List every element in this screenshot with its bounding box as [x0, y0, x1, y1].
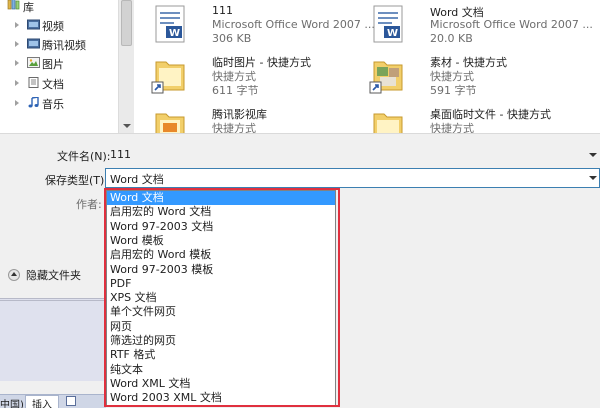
file-type: Microsoft Office Word 2007 ... — [430, 18, 593, 31]
savetype-option[interactable]: 单个文件网页 — [107, 305, 335, 319]
folder-shortcut-icon — [369, 61, 403, 94]
nav-item-tencent-video[interactable]: 腾讯视频 — [0, 34, 118, 54]
tab-insert-label: 插入 — [32, 400, 52, 408]
savetype-select[interactable]: Word 文档 — [105, 168, 600, 188]
documents-folder-icon — [28, 77, 39, 88]
expand-arrow-icon[interactable] — [15, 22, 19, 28]
chevron-down-icon[interactable] — [589, 153, 597, 157]
nav-item-label: 腾讯视频 — [42, 39, 86, 52]
file-name: 111 — [212, 4, 233, 17]
navigation-pane: 库 视频 腾讯视频 图片 文档 音乐 — [0, 0, 118, 133]
filename-value: 111 — [110, 148, 131, 161]
savetype-option[interactable]: Word 97-2003 模板 — [107, 263, 335, 277]
file-size: 20.0 KB — [430, 32, 473, 45]
savetype-option[interactable]: Word 2003 XML 文档 — [107, 391, 335, 405]
savetype-option[interactable]: Word 模板 — [107, 234, 335, 248]
file-item[interactable]: W Word 文档 Microsoft Office Word 2007 ...… — [368, 4, 598, 48]
file-size: 306 KB — [212, 32, 252, 45]
word-doc-icon: W — [373, 5, 403, 43]
document-background-pane — [0, 298, 106, 381]
nav-item-documents[interactable]: 文档 — [0, 73, 118, 93]
nav-item-label: 图片 — [42, 58, 64, 71]
nav-item-pictures[interactable]: 图片 — [0, 53, 118, 73]
author-label: 作者: — [76, 198, 102, 211]
nav-item-label: 音乐 — [42, 98, 64, 111]
filename-label: 文件名(N): — [57, 150, 111, 163]
nav-item-label: 视频 — [42, 20, 64, 33]
savetype-option[interactable]: 启用宏的 Word 模板 — [107, 248, 335, 262]
savetype-option[interactable]: XPS 文档 — [107, 291, 335, 305]
scrollbar-thumb[interactable] — [121, 0, 132, 46]
savetype-option[interactable]: 纯文本 — [107, 363, 335, 377]
file-size: 591 字节 — [430, 84, 477, 97]
nav-library-label: 库 — [23, 1, 34, 14]
savetype-option[interactable]: Word 文档 — [107, 191, 335, 206]
file-size: 611 字节 — [212, 84, 259, 97]
scroll-down-arrow-icon[interactable] — [123, 124, 131, 128]
savetype-option[interactable]: 启用宏的 Word 文档 — [107, 205, 335, 219]
file-item[interactable]: 素材 - 快捷方式 快捷方式 591 字节 — [368, 54, 598, 98]
savetype-option[interactable]: 网页 — [107, 320, 335, 334]
expand-arrow-icon[interactable] — [15, 60, 19, 66]
library-icon — [7, 0, 20, 10]
nav-scrollbar[interactable] — [118, 0, 134, 133]
ribbon-left-text: 中国) — [0, 400, 24, 408]
expand-arrow-icon[interactable] — [15, 80, 19, 86]
folder-shortcut-icon — [151, 61, 185, 94]
expand-arrow-icon[interactable] — [15, 41, 19, 47]
svg-text:W: W — [169, 28, 180, 39]
nav-item-video[interactable]: 视频 — [0, 15, 118, 35]
filename-input[interactable]: 111 — [105, 145, 600, 165]
savetype-value: Word 文档 — [110, 173, 164, 186]
ribbon-strip: 中国) 插入 — [0, 394, 106, 408]
music-note-icon — [28, 97, 39, 108]
savetype-option[interactable]: Word 97-2003 文档 — [107, 220, 335, 234]
svg-text:W: W — [387, 28, 398, 39]
tencent-video-folder-icon — [27, 38, 40, 49]
file-list: W 111 Microsoft Office Word 2007 ... 306… — [134, 0, 600, 143]
chevron-down-icon[interactable] — [589, 176, 597, 180]
savetype-dropdown-list[interactable]: Word 文档 启用宏的 Word 文档 Word 97-2003 文档 Word 模… — [106, 190, 336, 407]
expand-arrow-icon[interactable] — [15, 100, 19, 106]
savetype-option[interactable]: Word XML 文档 — [107, 377, 335, 391]
word-doc-icon: W — [155, 5, 185, 43]
file-item[interactable]: W 111 Microsoft Office Word 2007 ... 306… — [150, 4, 375, 48]
pictures-folder-icon — [27, 57, 40, 68]
file-type: Microsoft Office Word 2007 ... — [212, 18, 375, 31]
hide-folders-button[interactable]: 隐藏文件夹 — [8, 267, 81, 283]
nav-item-music[interactable]: 音乐 — [0, 93, 118, 113]
savetype-option[interactable]: 筛选过的网页 — [107, 334, 335, 348]
file-item[interactable]: 临时图片 - 快捷方式 快捷方式 611 字节 — [150, 54, 365, 98]
collapse-circle-icon — [8, 269, 20, 281]
savetype-option[interactable]: PDF — [107, 277, 335, 291]
savetype-label: 保存类型(T): — [45, 174, 109, 187]
savetype-option[interactable]: RTF 格式 — [107, 348, 335, 362]
hide-folders-label: 隐藏文件夹 — [26, 269, 81, 282]
video-folder-icon — [27, 19, 40, 30]
ribbon-small-icon[interactable] — [66, 396, 76, 406]
nav-item-label: 文档 — [42, 78, 64, 91]
